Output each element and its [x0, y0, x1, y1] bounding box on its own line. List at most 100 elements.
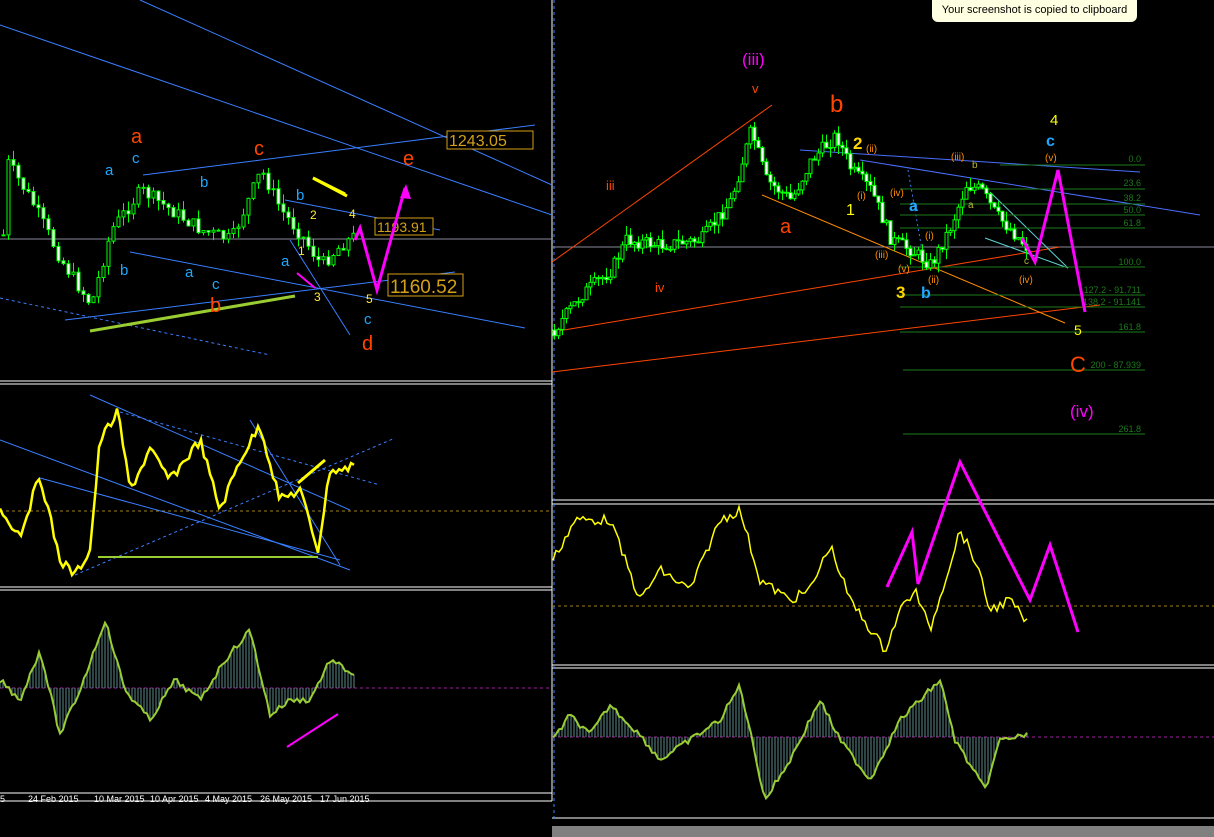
candle	[121, 210, 126, 218]
svg-text:24 Feb 2015: 24 Feb 2015	[28, 794, 79, 804]
candle-right	[792, 193, 797, 200]
fib-138: 138.2 - 91.141	[1083, 297, 1141, 307]
candle-right	[664, 247, 669, 250]
macd-signal	[0, 620, 355, 736]
candle	[31, 190, 36, 206]
candle-right	[608, 276, 613, 281]
candle-right	[604, 276, 609, 281]
wave-label: (v)	[1045, 153, 1057, 164]
candle-right	[856, 166, 861, 172]
wave-label: (i)	[925, 231, 934, 242]
candle-right	[820, 141, 825, 154]
status-bar	[552, 826, 1214, 837]
candle	[81, 290, 86, 295]
candle-right	[804, 173, 809, 182]
candle-right	[760, 147, 765, 163]
candle	[21, 177, 26, 190]
candle	[211, 229, 216, 233]
price-label-1193[interactable]: 1193.91	[374, 217, 434, 236]
wave-label: C	[1070, 352, 1086, 377]
chart-canvas[interactable]: 0.0 23.6 38.2 50.0 61.8 100.0 127.2 - 91…	[0, 0, 1214, 837]
candle-right	[716, 212, 721, 226]
candle	[306, 236, 311, 247]
candle	[61, 260, 66, 265]
candle	[241, 214, 246, 228]
candle	[231, 227, 236, 235]
candle	[51, 229, 56, 247]
clipboard-notification[interactable]: Your screenshot is copied to clipboard	[932, 0, 1137, 22]
candle-right	[640, 239, 645, 249]
candle	[16, 164, 21, 179]
candle-right	[876, 195, 881, 203]
candle-right	[800, 180, 805, 191]
wave-label: b	[830, 91, 843, 118]
candle	[246, 197, 251, 216]
candle	[321, 256, 326, 261]
candle	[41, 207, 46, 220]
candle	[236, 226, 241, 229]
projection-arrows-right	[885, 169, 1087, 633]
candle-right	[984, 187, 989, 195]
candle	[331, 254, 336, 266]
candle	[226, 233, 231, 240]
wave-label: 4	[1050, 112, 1058, 129]
svg-text:1160.52: 1160.52	[390, 277, 457, 298]
candle	[96, 277, 101, 298]
candle-right	[680, 240, 685, 245]
candle-right	[576, 301, 581, 304]
candle-right	[992, 202, 997, 208]
candle	[196, 218, 201, 234]
candle	[191, 218, 196, 227]
wave-label: a	[105, 162, 114, 179]
wave-label: 3	[896, 283, 905, 302]
wave-label: b	[921, 285, 931, 302]
candle-right	[904, 239, 909, 249]
candle	[116, 216, 121, 228]
candle-right	[612, 257, 617, 278]
candle-right	[584, 286, 589, 301]
svg-text:4 May 2015: 4 May 2015	[205, 794, 252, 804]
wave-label: (iii)	[742, 50, 765, 69]
candle-right	[980, 183, 985, 189]
price-label-1160[interactable]: 1160.52	[387, 273, 464, 298]
candle	[66, 263, 71, 275]
candle	[11, 159, 16, 166]
candle	[141, 186, 146, 189]
wave-label: 1	[298, 244, 305, 258]
candle	[266, 172, 271, 191]
candle-right	[828, 147, 833, 150]
wave-label: c	[364, 311, 372, 328]
wave-label: e	[403, 148, 414, 170]
wave-label: 5	[366, 292, 373, 306]
candle	[186, 219, 191, 227]
wave-label: (iv)	[1019, 275, 1033, 286]
candle-right	[712, 221, 717, 226]
svg-text:10 Mar 2015: 10 Mar 2015	[94, 794, 145, 804]
candle	[261, 172, 266, 175]
candle	[346, 238, 351, 251]
time-axis-left: 5 24 Feb 2015 10 Mar 2015 10 Apr 2015 4 …	[0, 794, 370, 804]
candle-right	[596, 277, 601, 280]
candle-right	[600, 276, 605, 280]
wave-label: (iv)	[890, 188, 904, 199]
candle-right	[676, 239, 681, 242]
candle-right	[732, 190, 737, 200]
candle-right	[1004, 220, 1009, 231]
candle-right	[968, 187, 973, 191]
candle	[136, 186, 141, 205]
candle	[291, 217, 296, 230]
candle-right	[872, 184, 877, 197]
candle-right	[836, 132, 841, 146]
candle-right	[972, 186, 977, 191]
candle-right	[960, 198, 965, 208]
candle-right	[880, 201, 885, 224]
candle	[171, 207, 176, 218]
candle-right	[588, 281, 593, 288]
candle-right	[748, 126, 753, 145]
wave-label: (iv)	[1070, 402, 1094, 421]
candle-right	[988, 193, 993, 204]
price-label-1243[interactable]: 1243.05	[446, 130, 534, 150]
candle	[276, 188, 281, 205]
candle	[101, 265, 106, 279]
wave-label: c	[1046, 133, 1055, 150]
